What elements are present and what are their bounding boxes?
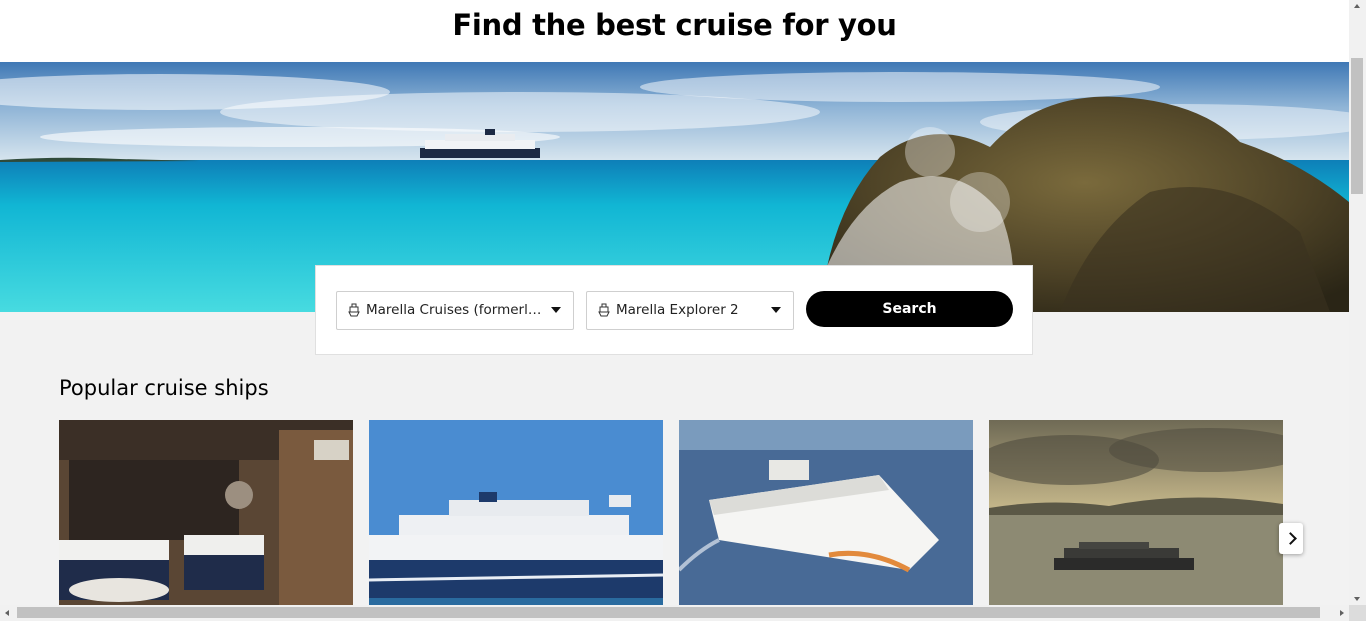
page: Find the best cruise for you Marella Cru… [0, 0, 1349, 605]
chevron-right-icon [1284, 532, 1297, 545]
chevron-down-icon [551, 307, 561, 313]
chevron-down-icon [771, 307, 781, 313]
scroll-right-arrow-icon[interactable] [1340, 610, 1344, 616]
scroll-down-arrow-icon[interactable] [1354, 597, 1360, 601]
ship-card[interactable] [679, 420, 973, 605]
ship-card-image [679, 420, 973, 605]
page-title: Find the best cruise for you [452, 8, 897, 42]
vertical-scroll-thumb[interactable] [1351, 58, 1363, 194]
search-panel: Marella Cruises (formerly Thomson Cruise… [315, 265, 1033, 355]
ship-card-image [989, 420, 1283, 605]
ship-icon [598, 303, 610, 317]
ship-value: Marella Explorer 2 [616, 302, 739, 318]
page-header: Find the best cruise for you [0, 0, 1349, 62]
search-button[interactable]: Search [806, 291, 1013, 327]
ship-card[interactable] [59, 420, 353, 605]
horizontal-scroll-thumb[interactable] [17, 607, 1320, 618]
ship-select[interactable]: Marella Explorer 2 [586, 291, 794, 330]
ship-icon [348, 303, 360, 317]
scroll-up-arrow-icon[interactable] [1354, 4, 1360, 8]
ship-card[interactable] [369, 420, 663, 605]
carousel-next-button[interactable] [1279, 523, 1303, 554]
vertical-scrollbar[interactable] [1349, 0, 1366, 605]
scrollbar-corner [1349, 605, 1366, 621]
ship-card[interactable] [989, 420, 1283, 605]
ship-card-image [59, 420, 353, 605]
scroll-left-arrow-icon[interactable] [5, 610, 9, 616]
horizontal-scrollbar[interactable] [0, 605, 1349, 621]
ship-card-image [369, 420, 663, 605]
popular-ships-title: Popular cruise ships [59, 376, 269, 400]
cruise-line-select[interactable]: Marella Cruises (formerly Thomson Cruise… [336, 291, 574, 330]
cruise-line-value: Marella Cruises (formerly Thomson Cruise… [366, 302, 546, 318]
